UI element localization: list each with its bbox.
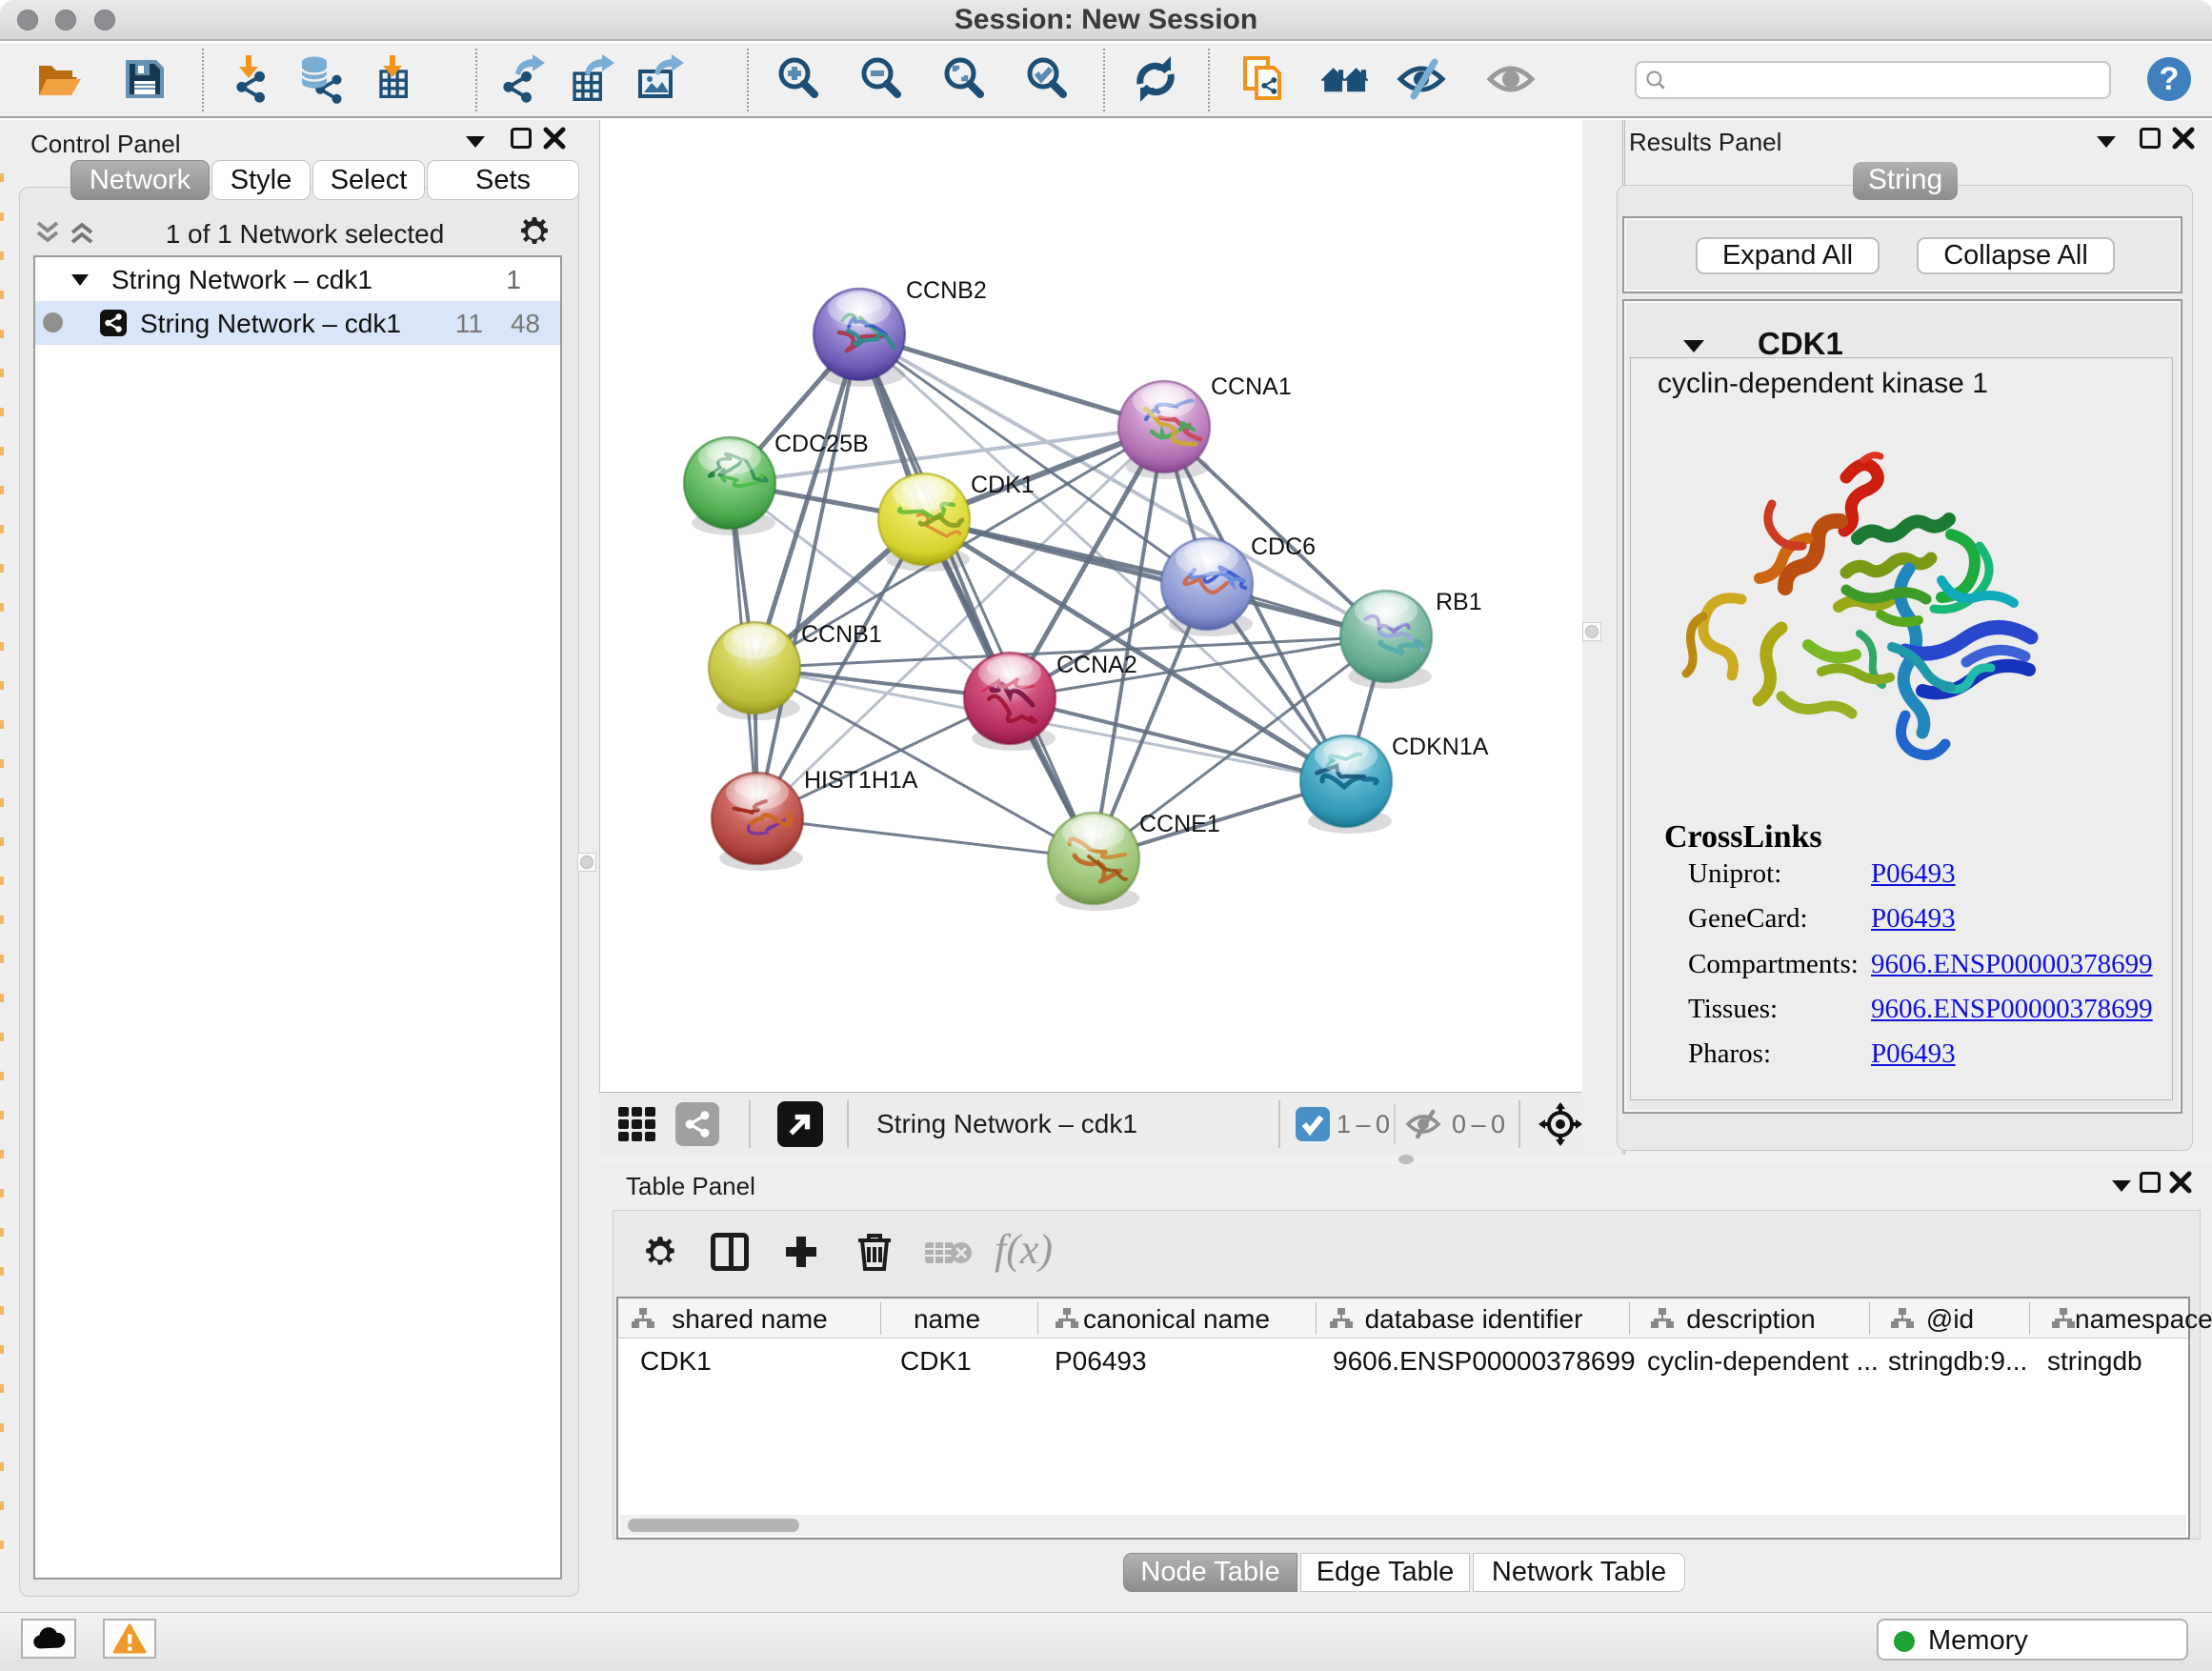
svg-text:CCNB1: CCNB1 <box>801 621 882 648</box>
svg-text:CDKN1A: CDKN1A <box>1392 734 1489 760</box>
svg-text:HIST1H1A: HIST1H1A <box>804 767 918 794</box>
svg-text:CCNA1: CCNA1 <box>1211 373 1292 400</box>
svg-text:CCNB2: CCNB2 <box>906 277 987 304</box>
svg-text:CCNE1: CCNE1 <box>1139 811 1220 837</box>
svg-text:CDC25B: CDC25B <box>774 431 869 457</box>
svg-text:RB1: RB1 <box>1436 589 1482 615</box>
svg-text:CCNA2: CCNA2 <box>1056 652 1137 678</box>
svg-text:CDK1: CDK1 <box>971 472 1035 498</box>
svg-text:CDC6: CDC6 <box>1251 534 1316 560</box>
